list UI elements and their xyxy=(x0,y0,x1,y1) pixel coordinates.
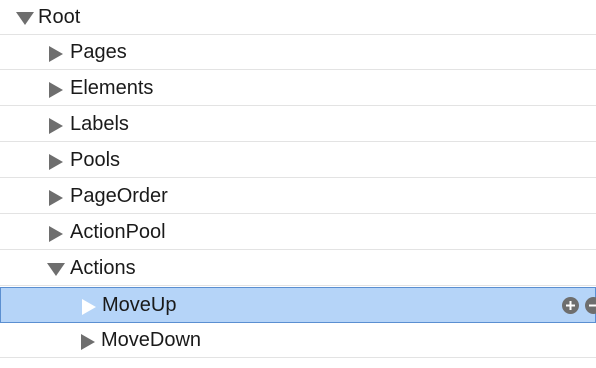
tree-row-pools[interactable]: Pools xyxy=(0,143,596,178)
tree-row-label: MoveDown xyxy=(101,329,202,351)
plus-circle-icon[interactable] xyxy=(562,297,579,314)
tree-row-actions[interactable]: Actions xyxy=(0,251,596,286)
tree-row-label: PageOrder xyxy=(70,185,168,207)
tree-row-label: Pools xyxy=(70,149,121,171)
tree-row-label: Root xyxy=(38,6,81,28)
triangle-right-icon[interactable] xyxy=(47,179,67,214)
tree-row-pageorder[interactable]: PageOrder xyxy=(0,179,596,214)
tree-row-movedown[interactable]: MoveDown xyxy=(0,323,596,358)
tree-row-elements[interactable]: Elements xyxy=(0,71,596,106)
tree-row-pages[interactable]: Pages xyxy=(0,35,596,70)
tree-row-label: MoveUp xyxy=(102,294,177,316)
triangle-down-icon[interactable] xyxy=(14,0,34,35)
tree-row-root[interactable]: Root xyxy=(0,0,596,35)
tree-row-label: Labels xyxy=(70,113,129,135)
triangle-right-icon[interactable] xyxy=(47,71,67,106)
triangle-right-icon[interactable] xyxy=(79,323,99,358)
tree-row-label: Actions xyxy=(70,257,136,279)
tree-row-labels[interactable]: Labels xyxy=(0,107,596,142)
minus-circle-icon[interactable] xyxy=(585,297,596,314)
tree-row-label: Pages xyxy=(70,41,127,63)
triangle-right-icon[interactable] xyxy=(47,143,67,178)
outline-tree: Root Pages Elements Labels Pools PageOrd… xyxy=(0,0,596,368)
triangle-right-icon[interactable] xyxy=(47,215,67,250)
triangle-down-icon[interactable] xyxy=(45,251,65,286)
tree-row-actionpool[interactable]: ActionPool xyxy=(0,215,596,250)
row-action-buttons xyxy=(559,288,596,323)
tree-row-label: Elements xyxy=(70,77,154,99)
triangle-right-icon[interactable] xyxy=(80,288,100,323)
tree-row-label: ActionPool xyxy=(70,221,166,243)
tree-row-moveup[interactable]: MoveUp xyxy=(0,287,596,323)
triangle-right-icon[interactable] xyxy=(47,35,67,70)
triangle-right-icon[interactable] xyxy=(47,107,67,142)
